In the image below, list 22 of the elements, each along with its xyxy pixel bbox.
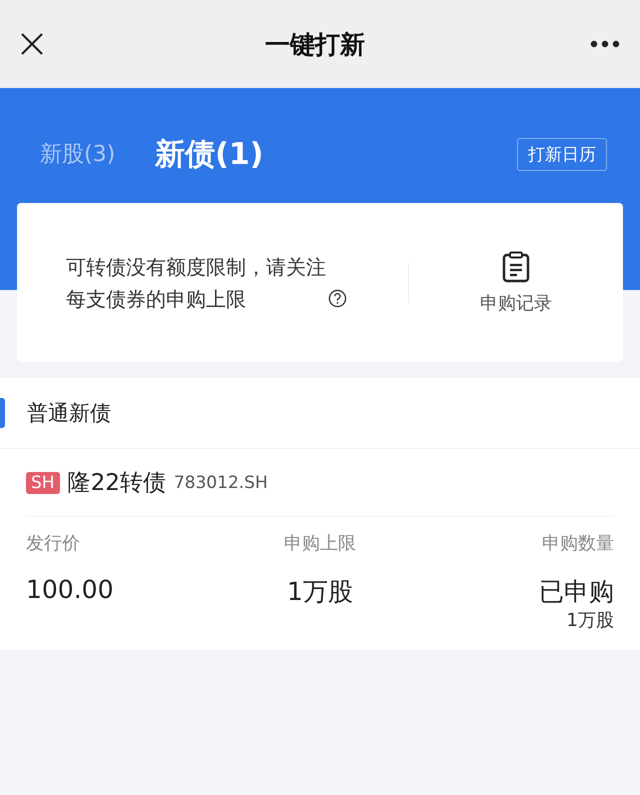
records-button[interactable]: 申购记录 <box>409 250 623 316</box>
field-label: 申购数量 <box>542 532 614 555</box>
bond-name: 隆22转债 <box>68 469 166 498</box>
section-title: 普通新债 <box>27 400 111 427</box>
exchange-badge: SH <box>26 472 60 494</box>
close-icon[interactable] <box>20 32 44 56</box>
field-label: 发行价 <box>26 532 80 555</box>
section-marker <box>0 398 5 428</box>
field-value: 1万股 <box>287 576 353 608</box>
bond-code: 783012.SH <box>174 472 268 492</box>
calendar-button[interactable]: 打新日历 <box>517 138 607 170</box>
field-subvalue: 1万股 <box>566 609 614 632</box>
field-value: 已申购 <box>539 576 614 608</box>
notice-text: 可转债没有额度限制，请关注每支债券的申购上限 <box>66 254 326 312</box>
tab[interactable]: 新债(1) <box>155 134 264 174</box>
page-title: 一键打新 <box>265 28 365 60</box>
field-label: 申购上限 <box>284 532 356 555</box>
field-value: 100.00 <box>26 575 114 604</box>
more-icon[interactable] <box>590 40 620 48</box>
clipboard-icon <box>502 250 530 282</box>
tab[interactable]: 新股(3) <box>40 139 116 169</box>
help-icon[interactable] <box>328 288 347 308</box>
